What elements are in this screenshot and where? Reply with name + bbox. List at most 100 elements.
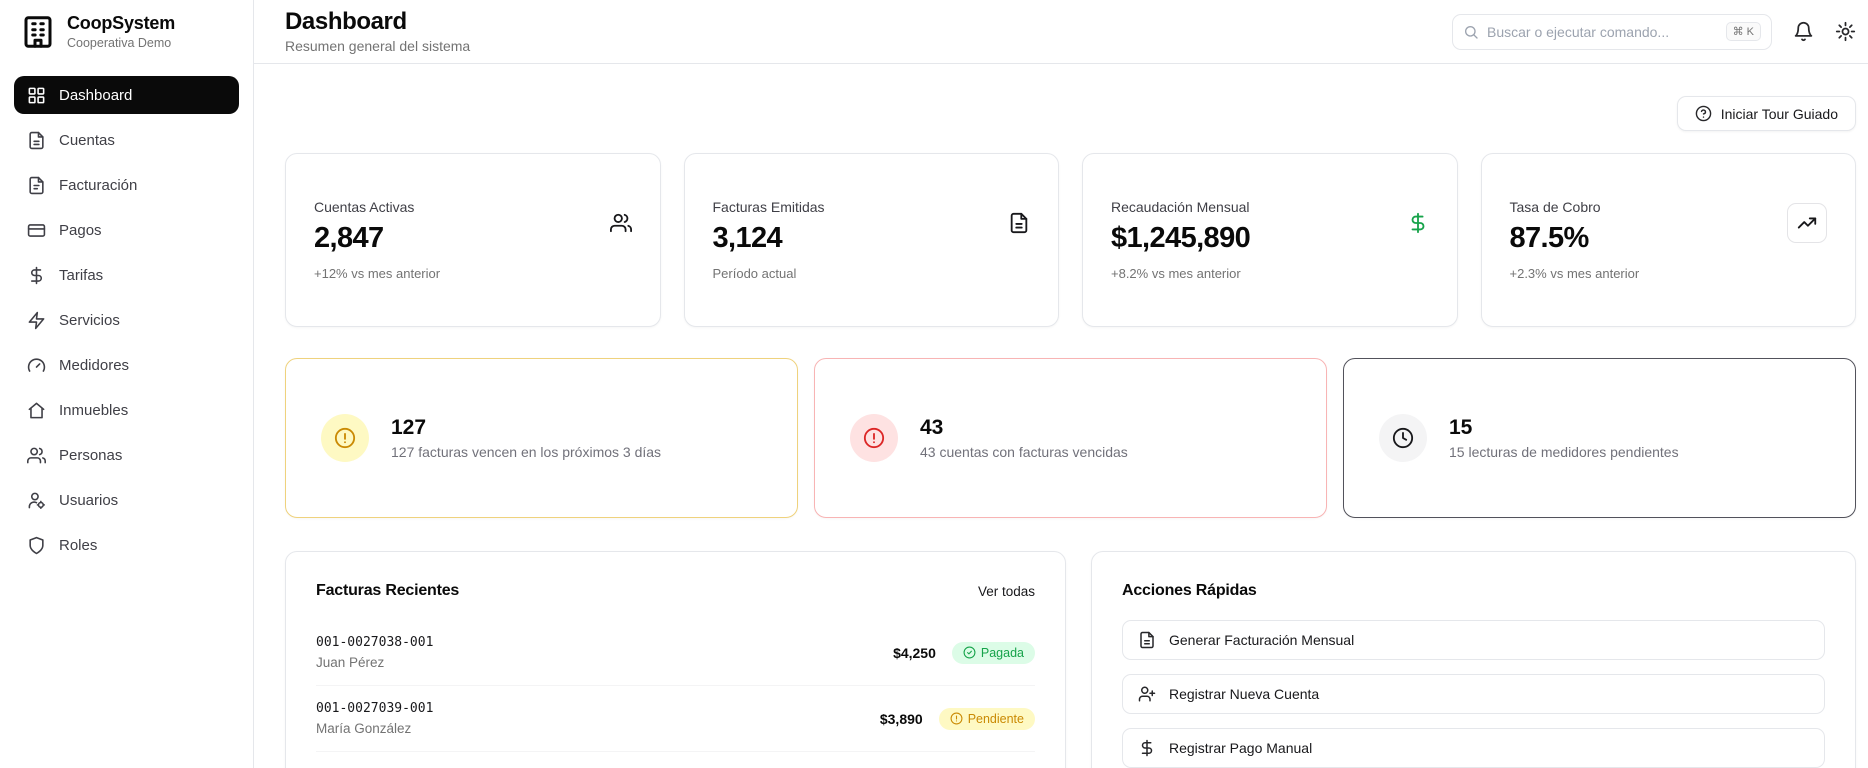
quick-action-label: Generar Facturación Mensual [1169,632,1354,648]
alerts-grid: 127 127 facturas vencen en los próximos … [285,358,1856,518]
sidebar-item[interactable]: Personas [14,436,239,474]
quick-action-button[interactable]: Generar Facturación Mensual [1122,620,1825,660]
sidebar-item-label: Pagos [59,222,102,239]
dollar-icon [1407,212,1429,234]
sidebar-item[interactable]: Tarifas [14,256,239,294]
command-search[interactable]: ⌘ K [1452,14,1772,50]
stat-card: Recaudación Mensual $1,245,890 +8.2% vs … [1082,153,1458,327]
stat-label: Recaudación Mensual [1111,199,1250,215]
alert-circle-icon [850,414,898,462]
stats-grid: Cuentas Activas 2,847 +12% vs mes anteri… [285,153,1856,327]
sidebar-item-label: Usuarios [59,492,118,509]
file-text-icon [1008,212,1030,234]
sidebar-item-label: Facturación [59,177,137,194]
stat-subtext: Período actual [713,266,825,281]
quick-actions-list: Generar Facturación Mensual Registrar Nu… [1122,620,1825,768]
status-label: Pagada [981,646,1024,660]
stat-value: 87.5% [1510,222,1640,255]
file-text-icon [27,131,46,150]
sidebar-item-label: Dashboard [59,87,132,104]
user-plus-icon [1138,685,1156,703]
bell-icon [1793,21,1814,42]
stat-card: Tasa de Cobro 87.5% +2.3% vs mes anterio… [1481,153,1857,327]
recent-invoices-panel: Facturas Recientes Ver todas 001-0027038… [285,551,1066,768]
alert-value: 15 [1449,416,1679,440]
dashboard-grid-icon [27,86,46,105]
recent-invoices-header: Facturas Recientes Ver todas [316,582,1035,600]
sidebar-item-label: Medidores [59,357,129,374]
sidebar-item[interactable]: Medidores [14,346,239,384]
check-circle-icon [963,646,976,659]
file-text-icon [1138,631,1156,649]
invoice-amount: $4,250 [893,645,936,661]
start-tour-button[interactable]: Iniciar Tour Guiado [1677,96,1856,131]
brand-name: CoopSystem [67,13,175,34]
sidebar-item-label: Tarifas [59,267,103,284]
stat-label: Cuentas Activas [314,199,440,215]
zap-icon [27,311,46,330]
shield-icon [27,536,46,555]
status-badge: Pagada [952,642,1035,664]
file-invoice-icon [27,176,46,195]
shortcut-badge: ⌘ K [1726,22,1761,41]
stat-card: Cuentas Activas 2,847 +12% vs mes anteri… [285,153,661,327]
alert-value: 43 [920,416,1128,440]
view-all-link[interactable]: Ver todas [978,584,1035,599]
settings-button[interactable] [1834,21,1856,43]
sidebar-item-label: Inmuebles [59,402,128,419]
quick-action-button[interactable]: Registrar Pago Manual [1122,728,1825,768]
search-input[interactable] [1487,24,1718,40]
sidebar-item[interactable]: Dashboard [14,76,239,114]
dollar-icon [1138,739,1156,757]
stat-label: Tasa de Cobro [1510,199,1640,215]
sidebar-item[interactable]: Inmuebles [14,391,239,429]
header-actions: ⌘ K [1452,14,1856,50]
status-label: Pendiente [968,712,1024,726]
quick-actions-header: Acciones Rápidas [1122,582,1825,600]
recent-invoices-title: Facturas Recientes [316,582,459,600]
alert-text: 15 lecturas de medidores pendientes [1449,444,1679,460]
tour-row: Iniciar Tour Guiado [285,96,1856,131]
start-tour-label: Iniciar Tour Guiado [1721,106,1838,122]
sidebar-item[interactable]: Pagos [14,211,239,249]
invoice-id: 001-0027038-001 [316,635,433,650]
dashboard-content: Iniciar Tour Guiado Cuentas Activas 2,84… [254,64,1868,768]
clock-icon [1379,414,1427,462]
sidebar-item[interactable]: Roles [14,526,239,564]
stat-value: $1,245,890 [1111,222,1250,255]
status-badge: Pendiente [939,708,1035,730]
sidebar-item-label: Personas [59,447,122,464]
notifications-button[interactable] [1792,21,1814,43]
stat-subtext: +8.2% vs mes anterior [1111,266,1250,281]
stat-value: 3,124 [713,222,825,255]
invoice-id: 001-0027039-001 [316,701,433,716]
quick-action-label: Registrar Nueva Cuenta [1169,686,1319,702]
alert-text: 43 cuentas con facturas vencidas [920,444,1128,460]
home-icon [27,401,46,420]
gear-icon [1835,21,1856,42]
main-area: Dashboard Resumen general del sistema ⌘ … [254,0,1868,768]
quick-actions-panel: Acciones Rápidas Generar Facturación Men… [1091,551,1856,768]
brand-subtitle: Cooperativa Demo [67,36,175,50]
dollar-icon [27,266,46,285]
sidebar-item[interactable]: Cuentas [14,121,239,159]
alert-circle-icon [321,414,369,462]
credit-card-icon [27,221,46,240]
invoice-row: 001-0027038-001 Juan Pérez $4,250 Pagada [316,620,1035,686]
quick-action-button[interactable]: Registrar Nueva Cuenta [1122,674,1825,714]
alert-card: 127 127 facturas vencen en los próximos … [285,358,798,518]
building-icon [20,14,56,50]
alert-text: 127 facturas vencen en los próximos 3 dí… [391,444,661,460]
sidebar-item-label: Servicios [59,312,120,329]
invoice-amount: $3,890 [880,711,923,727]
app-root: CoopSystem Cooperativa Demo Dashboard Cu… [0,0,1868,768]
sidebar-item[interactable]: Servicios [14,301,239,339]
sidebar-item[interactable]: Usuarios [14,481,239,519]
sidebar: CoopSystem Cooperativa Demo Dashboard Cu… [0,0,254,768]
help-circle-icon [1695,105,1712,122]
invoice-list: 001-0027038-001 Juan Pérez $4,250 Pagada [316,620,1035,752]
sidebar-item[interactable]: Facturación [14,166,239,204]
quick-actions-title: Acciones Rápidas [1122,582,1257,600]
brand: CoopSystem Cooperativa Demo [0,0,253,60]
search-icon [1463,24,1479,40]
